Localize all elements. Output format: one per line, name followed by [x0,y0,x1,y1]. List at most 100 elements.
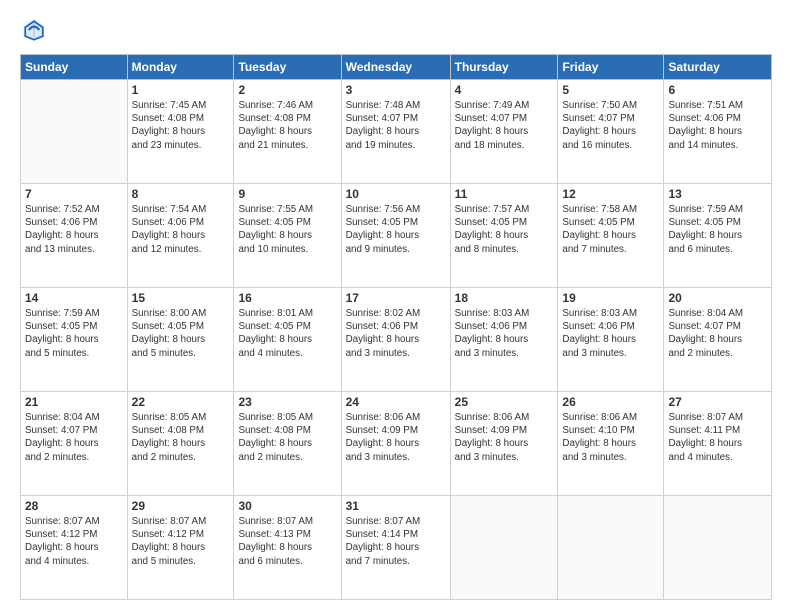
day-info: Sunrise: 8:07 AM Sunset: 4:12 PM Dayligh… [132,515,230,568]
day-info: Sunrise: 8:01 AM Sunset: 4:05 PM Dayligh… [238,307,336,360]
calendar-day-cell: 15 Sunrise: 8:00 AM Sunset: 4:05 PM Dayli… [127,288,234,392]
calendar-header-day: Saturday [664,55,772,80]
calendar-day-cell: 4 Sunrise: 7:49 AM Sunset: 4:07 PM Daylig… [450,80,558,184]
calendar-day-cell: 12Sunrise: 7:58 AM Sunset: 4:05 PM Dayli… [558,184,664,288]
day-info: Sunrise: 8:06 AM Sunset: 4:10 PM Dayligh… [562,411,659,464]
calendar-day-cell: 11 Sunrise: 7:57 AM Sunset: 4:05 PM Dayli… [450,184,558,288]
logo [20,16,52,44]
day-info: Sunrise: 7:58 AM Sunset: 4:05 PM Dayligh… [562,203,659,256]
calendar-day-cell: 8Sunrise: 7:54 AM Sunset: 4:06 PM Daylig… [127,184,234,288]
day-number: 31 [346,499,446,513]
calendar-day-cell: 7 Sunrise: 7:52 AM Sunset: 4:06 PM Daylig… [21,184,128,288]
day-number: 6 [668,83,767,97]
calendar-day-cell: 18 Sunrise: 8:03 AM Sunset: 4:06 PM Dayli… [450,288,558,392]
day-info: Sunrise: 8:06 AM Sunset: 4:09 PM Dayligh… [455,411,554,464]
calendar-day-cell: 28 Sunrise: 8:07 AM Sunset: 4:12 PM Dayli… [21,496,128,600]
day-info: Sunrise: 8:03 AM Sunset: 4:06 PM Dayligh… [455,307,554,360]
page: SundayMondayTuesdayWednesdayThursdayFrid… [0,0,792,612]
day-number: 18 [455,291,554,305]
day-number: 4 [455,83,554,97]
day-info: Sunrise: 8:04 AM Sunset: 4:07 PM Dayligh… [25,411,123,464]
logo-icon [20,16,48,44]
calendar-day-cell: 29 Sunrise: 8:07 AM Sunset: 4:12 PM Dayli… [127,496,234,600]
calendar-table: SundayMondayTuesdayWednesdayThursdayFrid… [20,54,772,600]
day-info: Sunrise: 7:54 AM Sunset: 4:06 PM Dayligh… [132,203,230,256]
day-info: Sunrise: 7:52 AM Sunset: 4:06 PM Dayligh… [25,203,123,256]
calendar-day-cell: 24 Sunrise: 8:06 AM Sunset: 4:09 PM Dayli… [341,392,450,496]
day-info: Sunrise: 8:00 AM Sunset: 4:05 PM Dayligh… [132,307,230,360]
day-number: 28 [25,499,123,513]
day-info: Sunrise: 7:51 AM Sunset: 4:06 PM Dayligh… [668,99,767,152]
calendar-header-day: Sunday [21,55,128,80]
day-number: 26 [562,395,659,409]
calendar-header-day: Thursday [450,55,558,80]
calendar-day-cell: 21 Sunrise: 8:04 AM Sunset: 4:07 PM Dayli… [21,392,128,496]
calendar-header-day: Friday [558,55,664,80]
day-info: Sunrise: 7:55 AM Sunset: 4:05 PM Dayligh… [238,203,336,256]
day-number: 13 [668,187,767,201]
day-number: 29 [132,499,230,513]
calendar-day-cell: 13Sunrise: 7:59 AM Sunset: 4:05 PM Dayli… [664,184,772,288]
day-number: 21 [25,395,123,409]
day-number: 2 [238,83,336,97]
day-info: Sunrise: 8:04 AM Sunset: 4:07 PM Dayligh… [668,307,767,360]
day-info: Sunrise: 8:06 AM Sunset: 4:09 PM Dayligh… [346,411,446,464]
day-info: Sunrise: 7:59 AM Sunset: 4:05 PM Dayligh… [25,307,123,360]
calendar-header-row: SundayMondayTuesdayWednesdayThursdayFrid… [21,55,772,80]
calendar-day-cell [450,496,558,600]
day-number: 5 [562,83,659,97]
day-info: Sunrise: 7:48 AM Sunset: 4:07 PM Dayligh… [346,99,446,152]
day-number: 15 [132,291,230,305]
day-info: Sunrise: 8:05 AM Sunset: 4:08 PM Dayligh… [132,411,230,464]
day-info: Sunrise: 8:07 AM Sunset: 4:12 PM Dayligh… [25,515,123,568]
day-number: 24 [346,395,446,409]
calendar-day-cell [21,80,128,184]
calendar-day-cell [664,496,772,600]
day-number: 17 [346,291,446,305]
day-number: 20 [668,291,767,305]
calendar-day-cell: 5 Sunrise: 7:50 AM Sunset: 4:07 PM Daylig… [558,80,664,184]
day-info: Sunrise: 7:45 AM Sunset: 4:08 PM Dayligh… [132,99,230,152]
day-number: 11 [455,187,554,201]
calendar-day-cell: 19 Sunrise: 8:03 AM Sunset: 4:06 PM Dayli… [558,288,664,392]
calendar-day-cell [558,496,664,600]
day-number: 1 [132,83,230,97]
calendar-day-cell: 20 Sunrise: 8:04 AM Sunset: 4:07 PM Dayli… [664,288,772,392]
calendar-day-cell: 14 Sunrise: 7:59 AM Sunset: 4:05 PM Dayli… [21,288,128,392]
day-number: 3 [346,83,446,97]
day-number: 9 [238,187,336,201]
calendar-day-cell: 22 Sunrise: 8:05 AM Sunset: 4:08 PM Dayli… [127,392,234,496]
day-number: 25 [455,395,554,409]
calendar-week-row: 28 Sunrise: 8:07 AM Sunset: 4:12 PM Dayli… [21,496,772,600]
day-info: Sunrise: 8:07 AM Sunset: 4:11 PM Dayligh… [668,411,767,464]
day-info: Sunrise: 7:46 AM Sunset: 4:08 PM Dayligh… [238,99,336,152]
day-number: 22 [132,395,230,409]
day-info: Sunrise: 8:03 AM Sunset: 4:06 PM Dayligh… [562,307,659,360]
day-info: Sunrise: 7:49 AM Sunset: 4:07 PM Dayligh… [455,99,554,152]
calendar-day-cell: 9 Sunrise: 7:55 AM Sunset: 4:05 PM Daylig… [234,184,341,288]
day-number: 14 [25,291,123,305]
calendar-day-cell: 25 Sunrise: 8:06 AM Sunset: 4:09 PM Dayli… [450,392,558,496]
day-info: Sunrise: 8:02 AM Sunset: 4:06 PM Dayligh… [346,307,446,360]
day-number: 27 [668,395,767,409]
calendar-day-cell: 3 Sunrise: 7:48 AM Sunset: 4:07 PM Daylig… [341,80,450,184]
calendar-day-cell: 30Sunrise: 8:07 AM Sunset: 4:13 PM Dayli… [234,496,341,600]
day-info: Sunrise: 8:07 AM Sunset: 4:14 PM Dayligh… [346,515,446,568]
day-info: Sunrise: 7:50 AM Sunset: 4:07 PM Dayligh… [562,99,659,152]
calendar-day-cell: 1 Sunrise: 7:45 AM Sunset: 4:08 PM Daylig… [127,80,234,184]
day-info: Sunrise: 8:07 AM Sunset: 4:13 PM Dayligh… [238,515,336,568]
calendar-header-day: Tuesday [234,55,341,80]
calendar-week-row: 14 Sunrise: 7:59 AM Sunset: 4:05 PM Dayli… [21,288,772,392]
day-number: 16 [238,291,336,305]
calendar-day-cell: 23Sunrise: 8:05 AM Sunset: 4:08 PM Dayli… [234,392,341,496]
day-number: 19 [562,291,659,305]
day-number: 7 [25,187,123,201]
calendar-day-cell: 6 Sunrise: 7:51 AM Sunset: 4:06 PM Daylig… [664,80,772,184]
calendar-week-row: 1 Sunrise: 7:45 AM Sunset: 4:08 PM Daylig… [21,80,772,184]
calendar-day-cell: 16 Sunrise: 8:01 AM Sunset: 4:05 PM Dayli… [234,288,341,392]
calendar-header-day: Wednesday [341,55,450,80]
calendar-day-cell: 2 Sunrise: 7:46 AM Sunset: 4:08 PM Daylig… [234,80,341,184]
calendar-day-cell: 26 Sunrise: 8:06 AM Sunset: 4:10 PM Dayli… [558,392,664,496]
header [20,16,772,44]
day-info: Sunrise: 7:57 AM Sunset: 4:05 PM Dayligh… [455,203,554,256]
